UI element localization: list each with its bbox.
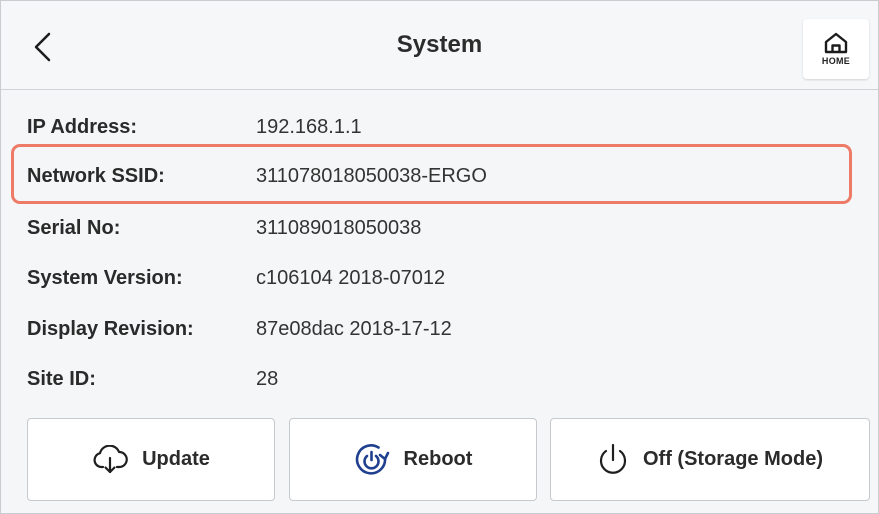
cloud-download-icon — [93, 444, 128, 473]
home-icon — [824, 32, 848, 54]
system-screen: System HOME IP Address: 192.168.1.1 Netw… — [0, 0, 879, 514]
ssid-highlight-outline — [11, 144, 852, 204]
reboot-icon — [355, 443, 389, 475]
info-value: c106104 2018-07012 — [256, 266, 446, 289]
header-bar: System HOME — [1, 1, 878, 90]
info-key: System Version: — [27, 266, 183, 289]
info-value: 28 — [256, 367, 279, 390]
update-label: Update — [142, 448, 210, 470]
update-button[interactable]: Update — [27, 418, 275, 501]
info-value: 311089018050038 — [256, 216, 422, 239]
info-value: 192.168.1.1 — [256, 115, 362, 138]
home-label: HOME — [821, 56, 851, 66]
reboot-label: Reboot — [403, 448, 473, 470]
info-row-display-revision: Display Revision: 87e08dac 2018-17-12 — [1, 305, 878, 353]
reboot-button[interactable]: Reboot — [289, 418, 537, 501]
info-value: 87e08dac 2018-17-12 — [256, 317, 452, 340]
off-storage-mode-button[interactable]: Off (Storage Mode) — [550, 418, 870, 501]
info-key: Site ID: — [27, 367, 96, 390]
off-storage-mode-label: Off (Storage Mode) — [643, 448, 823, 470]
info-key: Serial No: — [27, 216, 121, 239]
info-row-serial-no: Serial No: 311089018050038 — [1, 204, 878, 252]
info-key: Display Revision: — [27, 317, 194, 340]
info-row-site-id: Site ID: 28 — [1, 355, 878, 403]
home-button[interactable]: HOME — [803, 19, 869, 79]
page-title: System — [396, 31, 483, 58]
info-key: IP Address: — [27, 115, 138, 138]
info-row-system-version: System Version: c106104 2018-07012 — [1, 254, 878, 302]
power-icon — [599, 443, 627, 474]
